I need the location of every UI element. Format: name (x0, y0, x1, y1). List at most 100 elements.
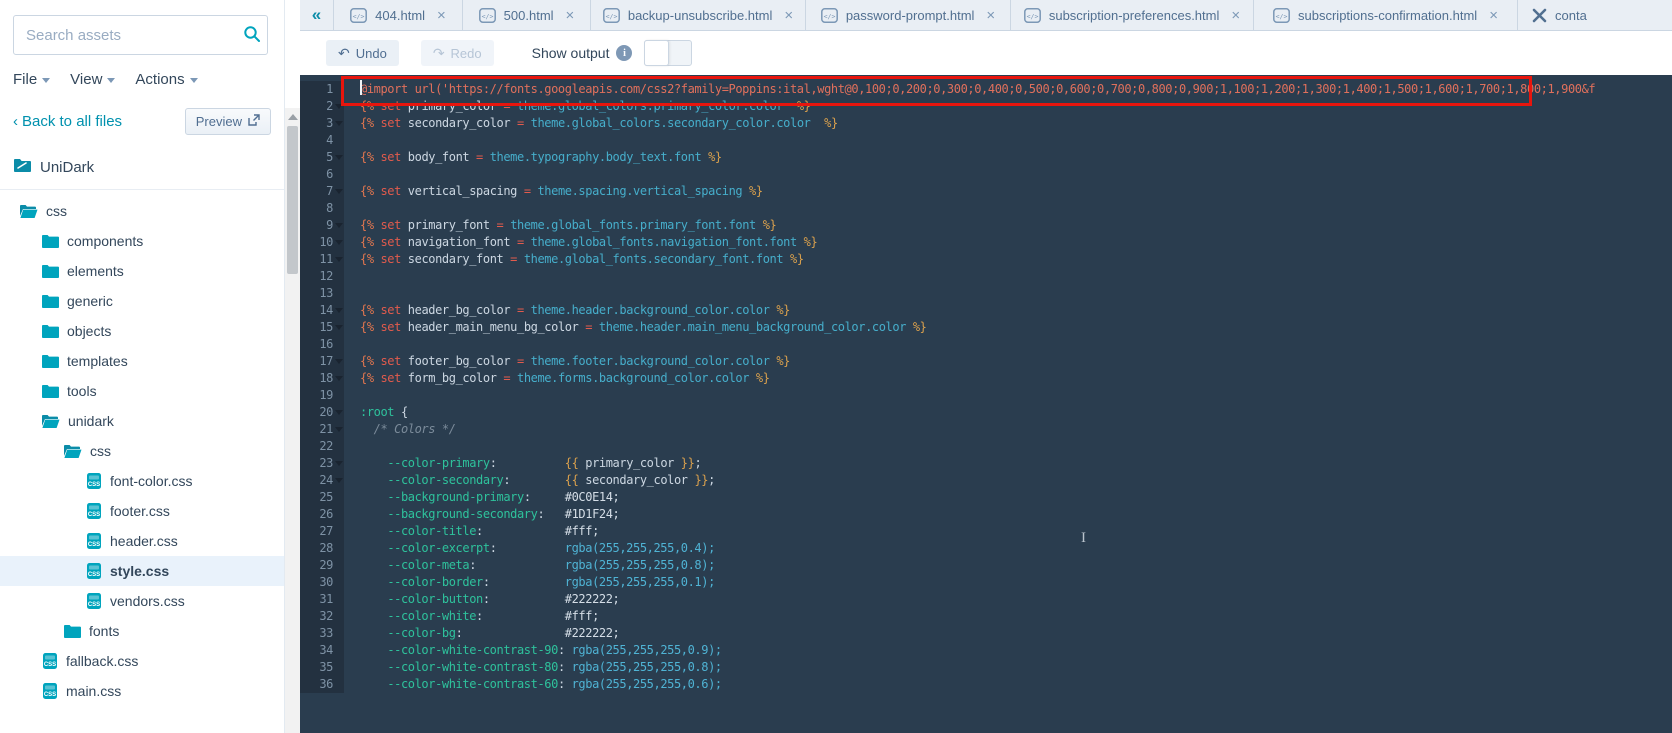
code-line-23[interactable]: 23 --color-primary: {{ primary_color }}; (300, 455, 1672, 472)
tree-item-tools[interactable]: tools (0, 376, 284, 406)
code-line-27[interactable]: 27 --color-title: #fff; (300, 523, 1672, 540)
code-line-21[interactable]: 21 /* Colors */ (300, 421, 1672, 438)
code-line-17[interactable]: 17 {% set footer_bg_color = theme.footer.… (300, 353, 1672, 370)
tree-item-unidark[interactable]: unidark (0, 406, 284, 436)
tab-500-html[interactable]: </> 500.html × (463, 0, 591, 30)
tree-item-css[interactable]: css (0, 436, 284, 466)
code-line-16[interactable]: 16 (300, 336, 1672, 353)
toggle-knob[interactable] (644, 40, 670, 66)
code-line-3[interactable]: 3 {% set secondary_color = theme.global_c… (300, 115, 1672, 132)
code-line-34[interactable]: 34 --color-white-contrast-90: rgba(255,2… (300, 642, 1672, 659)
code-line-22[interactable]: 22 (300, 438, 1672, 455)
close-icon[interactable]: × (437, 8, 446, 23)
fold-arrow-icon[interactable] (335, 104, 343, 109)
show-output-toggle[interactable] (644, 40, 693, 66)
tab-partial[interactable]: conta (1518, 0, 1672, 30)
close-icon[interactable]: × (1489, 8, 1498, 23)
scrollbar-thumb[interactable] (287, 126, 298, 274)
tab-password-prompt-html[interactable]: </> password-prompt.html × (806, 0, 1011, 30)
scroll-up-arrow-icon[interactable] (287, 114, 298, 120)
code-line-36[interactable]: 36 --color-white-contrast-60: rgba(255,2… (300, 676, 1672, 693)
code-line-8[interactable]: 8 (300, 200, 1672, 217)
preview-button[interactable]: Preview (184, 108, 271, 135)
fold-arrow-icon[interactable] (335, 223, 343, 228)
menu-file[interactable]: File (13, 71, 51, 88)
code-line-5[interactable]: 5 {% set body_font = theme.typography.bod… (300, 149, 1672, 166)
code-line-35[interactable]: 35 --color-white-contrast-80: rgba(255,2… (300, 659, 1672, 676)
code-line-25[interactable]: 25 --background-primary: #0C0E14; (300, 489, 1672, 506)
code-line-4[interactable]: 4 (300, 132, 1672, 149)
code-line-19[interactable]: 19 (300, 387, 1672, 404)
tab-backup-unsubscribe-html[interactable]: </> backup-unsubscribe.html × (591, 0, 806, 30)
code-line-2[interactable]: 2 {% set primary_color = theme.global_col… (300, 98, 1672, 115)
menu-view[interactable]: View (70, 71, 116, 88)
code-line-9[interactable]: 9 {% set primary_font = theme.global_font… (300, 217, 1672, 234)
code-line-18[interactable]: 18 {% set form_bg_color = theme.forms.bac… (300, 370, 1672, 387)
code-line-13[interactable]: 13 (300, 285, 1672, 302)
fold-arrow-icon[interactable] (335, 359, 343, 364)
code-line-10[interactable]: 10 {% set navigation_font = theme.global_… (300, 234, 1672, 251)
theme-root-row[interactable]: UniDark (13, 157, 271, 177)
close-icon[interactable]: × (1231, 8, 1240, 23)
code-line-11[interactable]: 11 {% set secondary_font = theme.global_f… (300, 251, 1672, 268)
code-line-14[interactable]: 14 {% set header_bg_color = theme.header.… (300, 302, 1672, 319)
tree-item-vendors-css[interactable]: CSS vendors.css (0, 586, 284, 616)
tab-404-html[interactable]: </> 404.html × (334, 0, 463, 30)
code-line-12[interactable]: 12 (300, 268, 1672, 285)
fold-arrow-icon[interactable] (335, 461, 343, 466)
code-line-1[interactable]: 1 @import url('https://fonts.googleapis.c… (300, 81, 1672, 98)
tab-subscriptions-confirmation-html[interactable]: </> subscriptions-confirmation.html × (1254, 0, 1518, 30)
back-to-all-files-link[interactable]: ‹ Back to all files (13, 113, 122, 130)
close-icon[interactable]: × (784, 8, 793, 23)
code-line-15[interactable]: 15 {% set header_main_menu_bg_color = the… (300, 319, 1672, 336)
tree-item-generic[interactable]: generic (0, 286, 284, 316)
code-line-33[interactable]: 33 --color-bg: #222222; (300, 625, 1672, 642)
sidebar-scrollbar[interactable] (285, 108, 300, 733)
fold-arrow-icon[interactable] (335, 155, 343, 160)
fold-arrow-icon[interactable] (335, 427, 343, 432)
code-line-20[interactable]: 20:root { (300, 404, 1672, 421)
fold-arrow-icon[interactable] (335, 257, 343, 262)
tree-item-objects[interactable]: objects (0, 316, 284, 346)
code-line-32[interactable]: 32 --color-white: #fff; (300, 608, 1672, 625)
fold-arrow-icon[interactable] (335, 376, 343, 381)
tree-item-style-css[interactable]: CSS style.css (0, 556, 284, 586)
code-line-7[interactable]: 7 {% set vertical_spacing = theme.spacing… (300, 183, 1672, 200)
info-icon[interactable]: i (616, 45, 633, 61)
code-line-26[interactable]: 26 --background-secondary: #1D1F24; (300, 506, 1672, 523)
tab-subscription-preferences-html[interactable]: </> subscription-preferences.html × (1011, 0, 1254, 30)
search-input[interactable] (13, 15, 268, 55)
fold-arrow-icon[interactable] (335, 121, 343, 126)
tree-item-css[interactable]: css (0, 196, 284, 226)
fold-arrow-icon[interactable] (335, 308, 343, 313)
code-line-29[interactable]: 29 --color-meta: rgba(255,255,255,0.8); (300, 557, 1672, 574)
tree-item-fonts[interactable]: fonts (0, 616, 284, 646)
tree-item-header-css[interactable]: CSS header.css (0, 526, 284, 556)
close-icon[interactable]: × (566, 8, 575, 23)
code-editor[interactable]: 1 @import url('https://fonts.googleapis.c… (300, 75, 1672, 733)
fold-arrow-icon[interactable] (335, 410, 343, 415)
menu-actions[interactable]: Actions (135, 71, 198, 88)
fold-arrow-icon[interactable] (335, 240, 343, 245)
tree-item-main-css[interactable]: CSS main.css (0, 676, 284, 706)
redo-button[interactable]: ↷ Redo (420, 40, 494, 66)
search-icon[interactable] (243, 25, 261, 48)
fold-arrow-icon[interactable] (335, 478, 343, 483)
tree-item-elements[interactable]: elements (0, 256, 284, 286)
undo-button[interactable]: ↶ Undo (326, 40, 399, 66)
tree-item-templates[interactable]: templates (0, 346, 284, 376)
tree-item-font-color-css[interactable]: CSS font-color.css (0, 466, 284, 496)
tree-item-components[interactable]: components (0, 226, 284, 256)
code-line-30[interactable]: 30 --color-border: rgba(255,255,255,0.1)… (300, 574, 1672, 591)
fold-arrow-icon[interactable] (335, 189, 343, 194)
tree-item-fallback-css[interactable]: CSS fallback.css (0, 646, 284, 676)
code-line-28[interactable]: 28 --color-excerpt: rgba(255,255,255,0.4… (300, 540, 1672, 557)
tree-item-footer-css[interactable]: CSS footer.css (0, 496, 284, 526)
close-icon[interactable]: × (986, 8, 995, 23)
code-line-31[interactable]: 31 --color-button: #222222; (300, 591, 1672, 608)
code-line-6[interactable]: 6 (300, 166, 1672, 183)
collapse-tabs-button[interactable]: « (300, 0, 334, 30)
fold-arrow-icon[interactable] (335, 325, 343, 330)
code-line-24[interactable]: 24 --color-secondary: {{ secondary_color… (300, 472, 1672, 489)
